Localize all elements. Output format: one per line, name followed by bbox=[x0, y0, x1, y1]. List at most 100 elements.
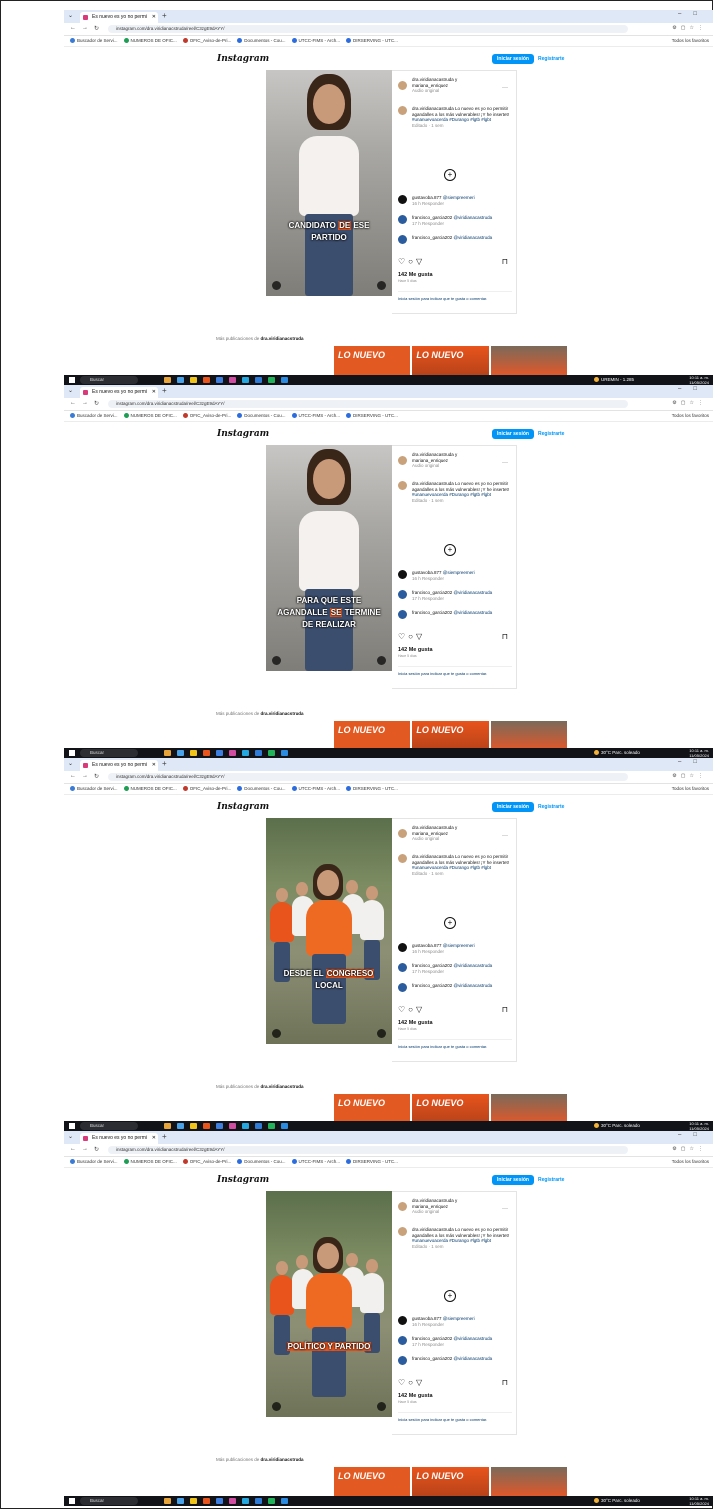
new-tab-icon[interactable]: + bbox=[162, 759, 167, 768]
close-tab-icon[interactable]: ✕ bbox=[152, 1133, 156, 1144]
comment-meta[interactable]: 17 h Responder bbox=[412, 969, 512, 975]
taskbar-app-icon[interactable] bbox=[164, 1498, 171, 1504]
share-icon[interactable]: ▽ bbox=[416, 1005, 425, 1014]
bookmark-item[interactable]: DIRSERVING - UTC... bbox=[346, 411, 398, 421]
post-thumbnail[interactable]: LO NUEVO bbox=[334, 346, 411, 375]
reel-video[interactable]: DESDE EL CONGRESO LOCAL bbox=[266, 818, 392, 1044]
taskbar-app-icon[interactable] bbox=[242, 1123, 249, 1129]
taskbar-app-icon[interactable] bbox=[242, 377, 249, 383]
reel-video[interactable]: CANDIDATO DE ESE PARTIDO bbox=[266, 70, 392, 296]
url-input[interactable]: instagram.com/dra.viridianacstruda/reel/… bbox=[108, 1146, 628, 1154]
post-thumbnail[interactable] bbox=[490, 1094, 567, 1123]
bookmark-item[interactable]: Buscador de Servi... bbox=[70, 411, 118, 421]
tagged-users-icon[interactable] bbox=[272, 1029, 281, 1038]
taskbar-app-icon[interactable] bbox=[203, 1498, 210, 1504]
url-input[interactable]: instagram.com/dra.viridianacstruda/reel/… bbox=[108, 773, 628, 781]
reel-video[interactable]: POLÍTICO Y PARTIDO bbox=[266, 1191, 392, 1417]
instagram-logo[interactable]: Instagram bbox=[217, 54, 269, 64]
taskbar-app-icon[interactable] bbox=[216, 377, 223, 383]
avatar[interactable] bbox=[398, 610, 407, 619]
register-link[interactable]: Registrarte bbox=[538, 1175, 564, 1185]
comment-meta[interactable]: 16 h Responder bbox=[412, 201, 512, 207]
comment-meta[interactable]: 17 h Responder bbox=[412, 1342, 512, 1348]
bookmark-item[interactable]: NUMEROS DE OFIC... bbox=[123, 1157, 177, 1167]
avatar[interactable] bbox=[398, 1227, 407, 1236]
taskbar-app-icon[interactable] bbox=[190, 377, 197, 383]
all-bookmarks[interactable]: Todos los favoritos bbox=[672, 1157, 709, 1167]
avatar[interactable] bbox=[398, 235, 407, 244]
browser-tab[interactable]: Es nuevo es yo no permi ✕ bbox=[80, 387, 158, 398]
close-tab-icon[interactable]: ✕ bbox=[152, 760, 156, 771]
post-thumbnail[interactable]: LO NUEVO bbox=[412, 1094, 489, 1123]
post-thumbnail[interactable]: LO NUEVO bbox=[334, 1467, 411, 1496]
save-icon[interactable]: ⊓ bbox=[502, 1378, 508, 1387]
new-tab-icon[interactable]: + bbox=[162, 386, 167, 395]
login-button[interactable]: Iniciar sesión bbox=[492, 1175, 534, 1185]
all-bookmarks[interactable]: Todos los favoritos bbox=[672, 784, 709, 794]
taskbar-app-icon[interactable] bbox=[281, 750, 288, 756]
comment-text[interactable]: @siempreemeri bbox=[443, 943, 475, 948]
taskbar-search[interactable]: Buscar bbox=[80, 376, 138, 384]
taskbar-app-icon[interactable] bbox=[255, 1123, 262, 1129]
comment-icon[interactable]: ○ bbox=[408, 632, 416, 641]
avatar[interactable] bbox=[398, 456, 407, 465]
extensions-icons[interactable]: ⚙▢☆⋮ bbox=[672, 25, 707, 31]
url-input[interactable]: instagram.com/dra.viridianacstruda/reel/… bbox=[108, 25, 628, 33]
weather-widget[interactable]: 30°C Parc. soleado bbox=[594, 1121, 640, 1131]
post-thumbnail[interactable]: LO NUEVO bbox=[412, 721, 489, 750]
more-posts-user[interactable]: dra.viridianacstruda bbox=[261, 336, 304, 341]
more-options-icon[interactable]: ··· bbox=[502, 85, 508, 91]
avatar[interactable] bbox=[398, 983, 407, 992]
post-thumbnail[interactable]: LO NUEVO bbox=[412, 346, 489, 375]
all-bookmarks[interactable]: Todos los favoritos bbox=[672, 411, 709, 421]
taskbar-app-icon[interactable] bbox=[268, 750, 275, 756]
bookmark-item[interactable]: Documentos - Cou... bbox=[237, 36, 286, 46]
avatar[interactable] bbox=[398, 81, 407, 90]
system-clock[interactable]: 10:11 a. m. 11/05/2024 bbox=[689, 1121, 709, 1131]
avatar[interactable] bbox=[398, 1316, 407, 1325]
audio-label[interactable]: Audio original bbox=[412, 1209, 512, 1215]
bookmark-item[interactable]: DIRSERVING - UTC... bbox=[346, 36, 398, 46]
login-note-text[interactable]: Inicia sesión para indicar que te gusta … bbox=[398, 1417, 487, 1422]
audio-label[interactable]: Audio original bbox=[412, 836, 512, 842]
like-icon[interactable]: ♡ bbox=[398, 1378, 408, 1387]
comment-icon[interactable]: ○ bbox=[408, 1378, 416, 1387]
taskbar-app-icon[interactable] bbox=[177, 1498, 184, 1504]
comment-text[interactable]: @viridianacastruda bbox=[454, 235, 493, 240]
save-icon[interactable]: ⊓ bbox=[502, 257, 508, 266]
login-note-text[interactable]: Inicia sesión para indicar que te gusta … bbox=[398, 671, 487, 676]
save-icon[interactable]: ⊓ bbox=[502, 632, 508, 641]
comment-user[interactable]: francisco_garcia202 bbox=[412, 983, 452, 988]
taskbar-app-icon[interactable] bbox=[229, 750, 236, 756]
comment-meta[interactable]: 16 h Responder bbox=[412, 576, 512, 582]
bookmark-item[interactable]: OFIC_Aviso-de-Pri... bbox=[182, 1157, 231, 1167]
register-link[interactable]: Registrarte bbox=[538, 429, 564, 439]
taskbar-app-icon[interactable] bbox=[164, 1123, 171, 1129]
windows-start-icon[interactable] bbox=[69, 1123, 75, 1129]
more-posts-user[interactable]: dra.viridianacstruda bbox=[261, 711, 304, 716]
comment-user[interactable]: francisco_garcia202 bbox=[412, 235, 452, 240]
browser-tab[interactable]: Es nuevo es yo no permi ✕ bbox=[80, 12, 158, 23]
windows-start-icon[interactable] bbox=[69, 377, 75, 383]
comment-text[interactable]: @viridianacastruda bbox=[454, 215, 493, 220]
post-thumbnail[interactable]: LO NUEVO bbox=[334, 1094, 411, 1123]
windows-start-icon[interactable] bbox=[69, 1498, 75, 1504]
comment-meta[interactable]: 16 h Responder bbox=[412, 1322, 512, 1328]
reload-icon[interactable]: ↻ bbox=[94, 25, 99, 32]
comment-user[interactable]: gustavoba.877 bbox=[412, 1316, 442, 1321]
taskbar-app-icon[interactable] bbox=[242, 1498, 249, 1504]
back-icon[interactable]: ← bbox=[70, 773, 76, 779]
taskbar-search[interactable]: Buscar bbox=[80, 749, 138, 757]
comment-meta[interactable]: 17 h Responder bbox=[412, 221, 512, 227]
all-bookmarks[interactable]: Todos los favoritos bbox=[672, 36, 709, 46]
instagram-logo[interactable]: Instagram bbox=[217, 802, 269, 812]
comment-icon[interactable]: ○ bbox=[408, 257, 416, 266]
bookmark-item[interactable]: UTCC-FIMS - Arch... bbox=[291, 784, 340, 794]
bookmark-item[interactable]: Buscador de Servi... bbox=[70, 1157, 118, 1167]
comment-text[interactable]: @viridianacastruda bbox=[454, 1336, 493, 1341]
comment-user[interactable]: francisco_garcia202 bbox=[412, 963, 452, 968]
taskbar-app-icon[interactable] bbox=[255, 750, 262, 756]
login-note-text[interactable]: Inicia sesión para indicar que te gusta … bbox=[398, 296, 487, 301]
bookmark-item[interactable]: UTCC-FIMS - Arch... bbox=[291, 1157, 340, 1167]
comment-user[interactable]: francisco_garcia202 bbox=[412, 610, 452, 615]
